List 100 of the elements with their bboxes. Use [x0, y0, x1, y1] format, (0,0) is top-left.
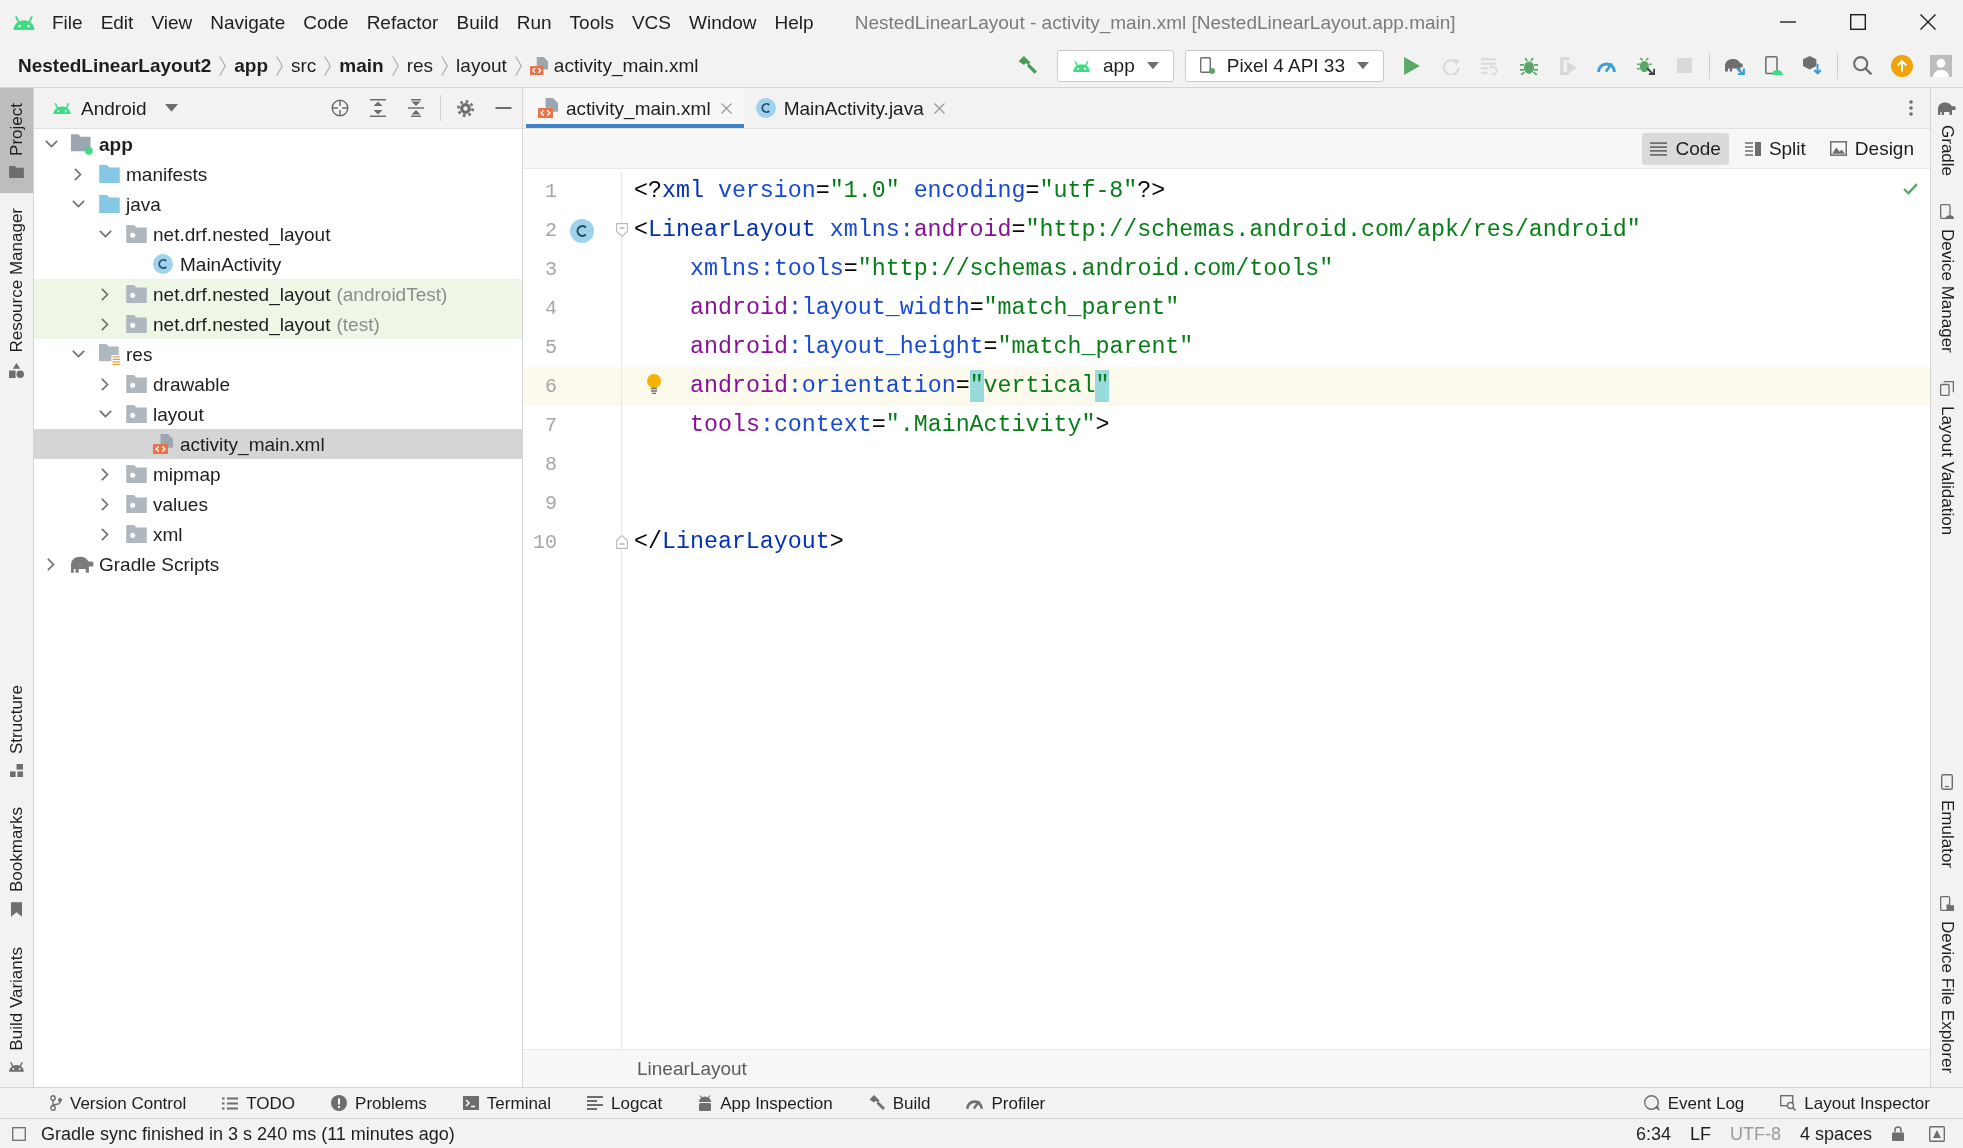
chevron-right-icon[interactable]	[101, 527, 109, 541]
project-view-dropdown[interactable]: Android	[52, 98, 178, 118]
run-configuration-dropdown[interactable]: app	[1057, 49, 1174, 82]
menu-item[interactable]: Run	[507, 12, 561, 32]
chevron-right-icon[interactable]	[47, 557, 55, 571]
breadcrumb-item[interactable]: src	[291, 56, 317, 75]
lock-icon[interactable]	[1892, 1126, 1904, 1141]
bug-icon[interactable]	[1519, 56, 1538, 75]
tool-window-button[interactable]: TODO	[204, 1088, 314, 1118]
tree-item[interactable]: net.drf.nested_layout (androidTest)	[34, 279, 522, 309]
folder-icon	[98, 165, 120, 183]
hammer-icon[interactable]	[1017, 56, 1037, 75]
tool-window-button[interactable]: Project	[0, 88, 33, 193]
view-mode-button[interactable]: Code	[1642, 132, 1729, 165]
editor-tab[interactable]: MainActivity.java	[743, 88, 957, 128]
breadcrumb-item[interactable]: NestedLinearLayout2	[18, 56, 212, 75]
close-icon[interactable]	[1920, 14, 1936, 30]
tool-window-button[interactable]: Build Variants	[0, 932, 33, 1087]
tool-window-button[interactable]: Version Control	[32, 1088, 205, 1118]
menu-item[interactable]: Navigate	[201, 12, 295, 32]
chevron-down-icon[interactable]	[44, 140, 58, 148]
menu-item[interactable]: Help	[765, 12, 823, 32]
fold-marker-icon[interactable]	[616, 223, 628, 237]
menu-item[interactable]: View	[142, 12, 202, 32]
tool-window-button[interactable]: Build	[850, 1088, 949, 1118]
crosshair-icon[interactable]	[331, 99, 349, 117]
tool-window-button[interactable]: Problems	[313, 1088, 445, 1118]
tool-window-button[interactable]: Logcat	[569, 1088, 681, 1118]
chevron-right-icon[interactable]	[101, 497, 109, 511]
tool-window-button[interactable]: Gradle	[1931, 88, 1963, 191]
play-icon[interactable]	[1403, 56, 1420, 75]
triangle-square-icon[interactable]	[1929, 1125, 1945, 1142]
elephant-arrow-icon[interactable]	[1724, 56, 1745, 75]
tool-window-button[interactable]: Profiler	[948, 1088, 1064, 1118]
tool-window-button[interactable]: Event Log	[1625, 1088, 1763, 1118]
tree-item[interactable]: net.drf.nested_layout (test)	[34, 309, 522, 339]
maximize-icon[interactable]	[1850, 14, 1866, 30]
menu-item[interactable]: Refactor	[357, 12, 448, 32]
menu-item[interactable]: VCS	[622, 12, 680, 32]
three-dots-icon[interactable]	[1909, 100, 1913, 116]
arrows-together-icon[interactable]	[408, 99, 424, 117]
breadcrumb-item[interactable]: activity_main.xml	[529, 56, 699, 75]
stacked-screens-icon	[1940, 380, 1954, 396]
checkmark-icon	[1903, 183, 1918, 195]
search-icon[interactable]	[1853, 56, 1872, 75]
chevron-down-icon[interactable]	[71, 350, 85, 358]
tool-window-button[interactable]: Device Manager	[1931, 190, 1963, 367]
chevron-down-icon[interactable]	[98, 230, 112, 238]
tool-window-button[interactable]: Bookmarks	[0, 792, 33, 933]
view-mode-button[interactable]: Split	[1736, 132, 1814, 165]
breadcrumb-item[interactable]: layout	[456, 56, 507, 75]
code-line: tools:context=".MainActivity">	[690, 413, 1110, 438]
minimize-icon[interactable]	[494, 107, 512, 109]
class-icon[interactable]	[570, 218, 594, 243]
menu-item[interactable]: File	[43, 12, 92, 32]
branch-icon	[50, 1095, 62, 1111]
code-line: android:layout_height="match_parent"	[690, 335, 1194, 360]
chevron-right-icon[interactable]	[101, 377, 109, 391]
breadcrumb-item[interactable]: main	[339, 56, 384, 75]
breadcrumb-item[interactable]: app	[234, 56, 268, 75]
tool-window-button[interactable]: Terminal	[444, 1088, 570, 1118]
menu-item[interactable]: Edit	[91, 12, 143, 32]
settings-icon[interactable]	[456, 99, 474, 117]
device-dropdown[interactable]: Pixel 4 API 33	[1184, 49, 1384, 82]
bug-arrow-icon[interactable]	[1636, 56, 1655, 75]
menu-item[interactable]: Tools	[560, 12, 623, 32]
tool-window-button[interactable]: Resource Manager	[0, 192, 33, 393]
tool-window-button[interactable]: Layout Validation	[1931, 366, 1963, 549]
status-message: Gradle sync finished in 3 s 240 ms (11 minutes ago)	[41, 1124, 455, 1143]
cube-arrow-icon[interactable]	[1803, 56, 1822, 75]
menu-item[interactable]: Code	[294, 12, 358, 32]
status-item[interactable]: 4 spaces	[1799, 1124, 1872, 1143]
tool-window-button[interactable]: App Inspection	[680, 1088, 851, 1118]
lightbulb-icon[interactable]	[647, 374, 661, 394]
menu-item[interactable]: Build	[447, 12, 508, 32]
tool-window-button[interactable]: Layout Inspector	[1762, 1088, 1948, 1118]
breadcrumb-item[interactable]: res	[406, 56, 434, 75]
menu-item[interactable]: Window	[680, 12, 766, 32]
tool-window-button[interactable]: Structure	[0, 670, 33, 793]
tool-window-button[interactable]: Emulator	[1931, 759, 1963, 882]
lines-icon	[1650, 141, 1668, 156]
chevron-right-icon[interactable]	[101, 467, 109, 481]
arrows-apart-icon[interactable]	[370, 99, 386, 117]
chevron-right-icon[interactable]	[101, 317, 109, 331]
tree-item[interactable]: activity_main.xml	[34, 429, 522, 459]
chevron-down-icon[interactable]	[71, 200, 85, 208]
fold-marker-icon[interactable]	[616, 535, 628, 549]
phone-android-icon[interactable]	[1764, 56, 1783, 75]
chevron-right-icon[interactable]	[101, 287, 109, 301]
view-mode-button[interactable]: Design	[1821, 132, 1922, 165]
chevron-right-icon[interactable]	[74, 167, 82, 181]
status-item[interactable]: LF	[1689, 1124, 1711, 1143]
chevron-down-icon[interactable]	[98, 410, 112, 418]
line-number: 8	[545, 454, 557, 475]
caret-down-icon	[1357, 61, 1369, 70]
breadcrumb-item[interactable]: LinearLayout	[637, 1059, 747, 1078]
square-icon[interactable]	[12, 1126, 26, 1141]
tool-window-button[interactable]: Device File Explorer	[1931, 881, 1963, 1087]
editor-tab[interactable]: activity_main.xml	[526, 88, 744, 128]
status-item[interactable]: 6:34	[1635, 1124, 1671, 1143]
